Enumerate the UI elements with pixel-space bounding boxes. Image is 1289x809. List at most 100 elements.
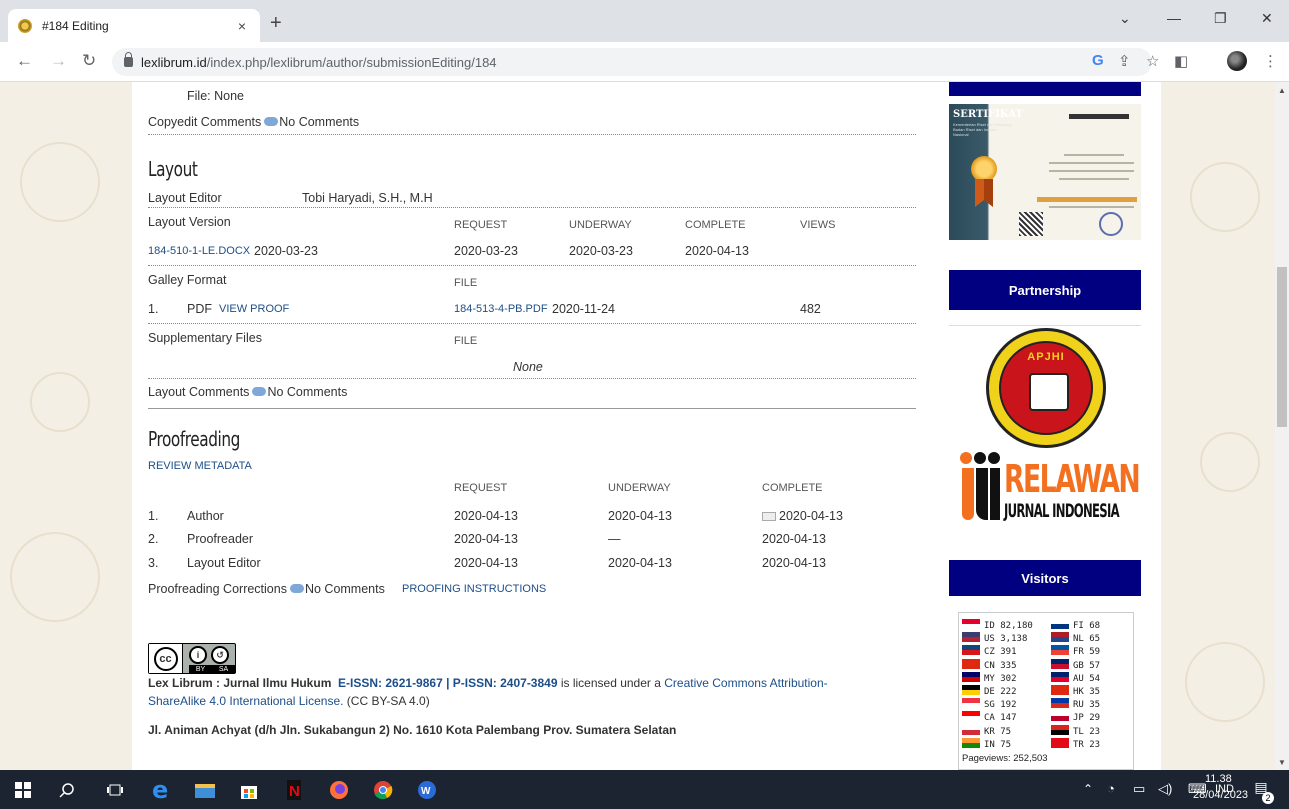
country-flag-icon — [1051, 737, 1069, 748]
volume-icon[interactable]: ◁) — [1158, 781, 1172, 797]
browser-tab[interactable]: #184 Editing × — [8, 9, 260, 42]
col-underway: UNDERWAY — [569, 219, 632, 231]
wifi-icon[interactable]: ◔ — [1107, 781, 1115, 796]
divider — [148, 207, 916, 208]
country-code: FI — [1073, 621, 1084, 631]
close-window-button[interactable]: ✕ — [1261, 10, 1273, 27]
layout-version-label: Layout Version — [148, 215, 231, 229]
proofing-instructions-link[interactable]: PROOFING INSTRUCTIONS — [402, 583, 546, 595]
layout-comments: Layout Comments No Comments — [148, 385, 347, 399]
galley-file-link[interactable]: 184-513-4-PB.PDF — [454, 303, 548, 315]
reload-icon[interactable]: ↻ — [82, 51, 96, 71]
profile-avatar[interactable] — [1227, 51, 1247, 71]
background-doodle — [30, 372, 90, 432]
license-link-part1[interactable]: Creative Commons Attribution- — [664, 676, 827, 690]
chrome-icon[interactable] — [372, 779, 394, 801]
cc-by-label: BY — [195, 665, 206, 673]
back-arrow-icon[interactable]: ← — [16, 51, 33, 71]
vpn-app-icon[interactable]: W — [416, 779, 438, 801]
proof-row-role: Author — [187, 509, 224, 523]
proof-row-complete-cell: 2020-04-13 — [762, 509, 843, 523]
flag-counter-row: CN 335 — [962, 658, 1017, 671]
side-panel-icon[interactable]: ◧ — [1174, 52, 1188, 70]
country-count: 35 — [1089, 687, 1101, 697]
background-doodle — [10, 532, 100, 622]
bookmark-star-icon[interactable]: ☆ — [1146, 52, 1159, 70]
view-proof-link[interactable]: VIEW PROOF — [219, 303, 289, 315]
flag-counter-row: US 3,138 — [962, 632, 1027, 644]
url-host: lexlibrum.id — [141, 54, 207, 70]
proofreading-heading: Proofreading — [148, 427, 240, 451]
show-hidden-icons-icon[interactable]: ⌃ — [1083, 782, 1093, 796]
maximize-button[interactable]: ❐ — [1214, 10, 1227, 27]
apjhi-logo[interactable]: APJHI — [986, 328, 1106, 448]
new-tab-button[interactable]: + — [270, 13, 282, 33]
google-translate-icon[interactable]: G — [1092, 52, 1104, 69]
share-icon[interactable]: ⇪ — [1118, 52, 1131, 70]
forward-arrow-icon[interactable]: → — [50, 51, 67, 71]
cert-highlight-line — [1037, 197, 1137, 202]
task-view-icon[interactable] — [104, 779, 126, 801]
country-count: 82,180 — [1000, 621, 1033, 631]
edge-browser-icon[interactable]: e — [150, 779, 172, 801]
country-code: CZ — [984, 647, 995, 658]
svg-text:N: N — [289, 783, 300, 800]
cc-license-icons: i ↺ — [189, 646, 229, 664]
relawan-jurnal-indonesia-logo[interactable]: RELAWAN JURNAL INDONESIA — [960, 452, 1141, 524]
country-code: AU — [1073, 673, 1084, 684]
col-file: FILE — [454, 277, 478, 289]
comment-icon[interactable] — [252, 387, 267, 396]
layout-version-file-link[interactable]: 184-510-1-LE.DOCX — [148, 245, 250, 257]
review-metadata-link[interactable]: REVIEW METADATA — [148, 460, 252, 472]
country-code: US — [984, 634, 995, 645]
tab-close-button[interactable]: × — [234, 18, 250, 34]
proof-corrections-value: No Comments — [304, 582, 385, 596]
url-input[interactable]: lexlibrum.id/index.php/lexlibrum/author/… — [112, 48, 1152, 76]
store-icon[interactable] — [238, 779, 260, 801]
page-scrollbar[interactable]: ▲ ▼ — [1275, 82, 1289, 770]
flag-counter-row: AU 54 — [1051, 671, 1100, 684]
cert-text-line — [1049, 206, 1134, 208]
search-icon[interactable] — [56, 779, 78, 801]
country-flag-icon — [962, 711, 980, 722]
col-complete: COMPLETE — [685, 219, 746, 231]
flag-counter-widget[interactable]: ID 82,180 US 3,138 CZ 391 CN 335 MY 302 DE 22… — [958, 612, 1134, 770]
copyedit-comments: Copyedit Comments No Comments — [148, 115, 359, 129]
scroll-up-arrow-icon[interactable]: ▲ — [1278, 86, 1286, 95]
comment-icon[interactable] — [289, 584, 304, 593]
clock-time[interactable]: 11.38 — [1205, 773, 1232, 785]
country-count: 222 — [1000, 687, 1017, 697]
email-icon[interactable] — [762, 512, 776, 521]
firefox-icon[interactable] — [328, 779, 350, 801]
tab-search-icon[interactable]: ⌄ — [1119, 10, 1131, 27]
country-code: GB — [1073, 660, 1084, 671]
scrollbar-thumb[interactable] — [1277, 267, 1287, 427]
country-code: HK — [1073, 687, 1084, 697]
proof-row-complete: 2020-04-13 — [762, 532, 826, 546]
flag-counter-row: TL 23 — [1051, 724, 1100, 737]
svg-text:W: W — [421, 786, 431, 797]
browser-menu-icon[interactable]: ⋮ — [1263, 52, 1278, 70]
file-explorer-icon[interactable] — [194, 779, 216, 801]
netflix-icon[interactable]: N — [283, 779, 305, 801]
battery-icon[interactable]: ▭ — [1133, 781, 1145, 797]
flag-counter-row: SG 192 — [962, 698, 1017, 710]
cert-barcode — [1069, 114, 1129, 119]
country-code: DE — [984, 687, 995, 697]
license-link-part2[interactable]: ShareAlike 4.0 International License. — [148, 694, 343, 708]
rji-dot-icon — [974, 452, 986, 464]
flag-counter-row: MY 302 — [962, 671, 1017, 684]
cert-subtitle: Kementerian Riset dan Teknologi Badan Ri… — [953, 122, 1012, 137]
clock-date[interactable]: 28/04/2023 — [1193, 789, 1248, 801]
layout-underway-date: 2020-03-23 — [569, 244, 633, 258]
flag-counter-row: IN 75 — [962, 737, 1011, 750]
minimize-button[interactable]: — — [1167, 10, 1181, 26]
flag-counter-row: JP 29 — [1051, 711, 1100, 723]
comment-icon[interactable] — [264, 117, 279, 126]
cc-label: BY SA — [189, 665, 235, 673]
windows-start-icon[interactable] — [12, 779, 34, 801]
scroll-down-arrow-icon[interactable]: ▼ — [1278, 758, 1286, 767]
creative-commons-badge[interactable]: cc i ↺ BY SA — [148, 643, 236, 674]
certificate-image[interactable]: SERTIFIKAT Kementerian Riset dan Teknolo… — [949, 104, 1141, 240]
cert-text-line — [1049, 170, 1134, 172]
